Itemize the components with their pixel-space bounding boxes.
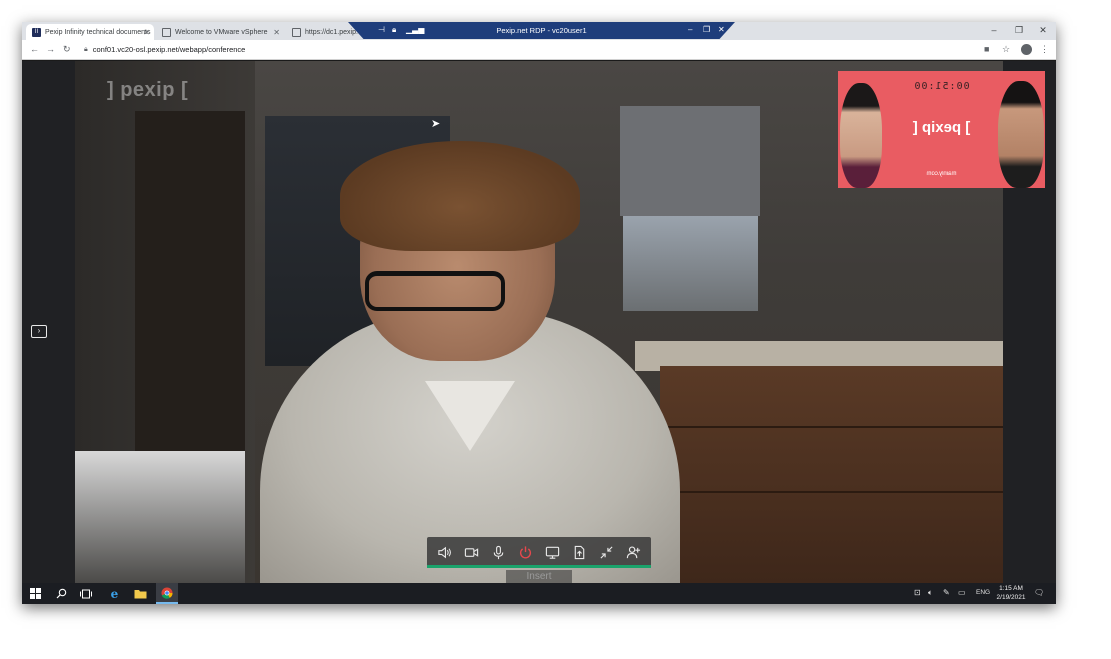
rdp-close-icon[interactable]: ✕ <box>718 25 725 34</box>
folder-icon <box>134 590 146 599</box>
forward-icon[interactable]: → <box>46 44 55 54</box>
call-toolbar <box>427 537 651 567</box>
menu-kebab-icon[interactable]: ⋮ <box>1040 44 1049 55</box>
tab-title: https://dc1.pexip. <box>305 28 358 36</box>
self-view-logo: ] pexip [ <box>912 119 971 136</box>
chrome-icon <box>161 587 173 599</box>
internet-explorer-icon: e <box>110 587 118 600</box>
internet-explorer-button[interactable]: e <box>106 583 122 604</box>
clock-time: 1:15 AM <box>999 585 1023 592</box>
network-icon[interactable]: ⊡ <box>914 588 921 597</box>
microphone-button[interactable] <box>488 541 510 563</box>
url-text: conf01.vc20-osl.pexip.net/webapp/confere… <box>92 45 246 54</box>
file-upload-icon <box>574 545 585 559</box>
video-scene-blind <box>620 106 760 216</box>
tab-close-icon[interactable]: ✕ <box>273 28 280 37</box>
windows-taskbar: e ⊡ 🔈︎ ✎ ▭ ENG 1:15 AM 2/19/2021 🗨︎ <box>22 583 1056 604</box>
reload-icon[interactable]: ↻ <box>63 44 71 55</box>
search-button[interactable] <box>54 583 68 604</box>
back-icon[interactable]: ← <box>30 44 39 54</box>
self-view-video[interactable]: 00:51:00 ] pexip [ mainly.com <box>838 71 1045 188</box>
svg-text:e: e <box>110 587 118 600</box>
rdp-minimize-icon[interactable]: – <box>688 25 692 34</box>
speaker-button[interactable] <box>434 541 456 563</box>
conference-view: ] pexip [ ➤ › 00:51:00 ] pexip [ mainly.… <box>22 61 1056 583</box>
monitor-icon <box>545 546 560 559</box>
tab-title: Pexip Infinity technical documents <box>45 28 151 36</box>
video-scene-door <box>135 111 245 471</box>
chrome-button[interactable] <box>156 583 178 604</box>
search-icon <box>56 588 66 599</box>
participant-glasses <box>365 271 505 311</box>
participant-hair <box>340 141 580 251</box>
video-scene-cabinets <box>660 366 1003 583</box>
mouse-cursor-icon: ➤ <box>431 118 441 130</box>
pen-icon[interactable]: ✎ <box>943 588 950 597</box>
video-scene-window <box>623 216 758 311</box>
sidebar-toggle-icon[interactable]: › <box>31 325 47 338</box>
camera-icon <box>464 547 479 557</box>
share-file-button[interactable] <box>569 541 591 563</box>
tab-title: Welcome to VMware vSphere <box>175 28 268 36</box>
share-screen-button[interactable] <box>542 541 564 563</box>
video-scene-books <box>75 451 245 583</box>
camera-permission-icon[interactable]: ■ <box>984 44 989 54</box>
task-view-button[interactable] <box>78 583 94 604</box>
keyboard-icon[interactable]: ▭ <box>958 588 966 597</box>
lock-icon: 🔒︎ <box>84 45 88 53</box>
video-scene-drawer <box>660 426 1003 428</box>
pexip-watermark: ] pexip [ <box>107 79 189 101</box>
speaker-icon <box>438 546 451 558</box>
profile-avatar[interactable] <box>1021 44 1032 55</box>
rdp-restore-icon[interactable]: ❐ <box>703 25 710 34</box>
pexip-favicon: II <box>32 27 41 37</box>
add-participant-button[interactable] <box>623 541 645 563</box>
hang-up-button[interactable] <box>515 541 537 563</box>
window-minimize-icon[interactable]: – <box>987 25 1001 35</box>
globe-icon <box>162 27 171 37</box>
tab-pexip-docs[interactable]: II Pexip Infinity technical documents ✕ <box>26 24 154 40</box>
start-button[interactable] <box>28 583 42 604</box>
clock-date: 2/19/2021 <box>996 593 1026 601</box>
toolbar-caption: Insert <box>506 570 572 583</box>
self-view-brand: mainly.com <box>926 171 957 177</box>
add-user-icon <box>626 546 641 558</box>
volume-icon[interactable]: 🔈︎ <box>928 588 933 598</box>
collapse-icon <box>600 545 613 559</box>
window-close-icon[interactable]: ✕ <box>1036 25 1050 36</box>
rdp-connection-bar: ⊣ 🔒︎ ▁▃▅ Pexip.net RDP - vc20user1 – ❐ ✕ <box>348 22 735 39</box>
microphone-icon <box>493 545 504 559</box>
system-clock[interactable]: 1:15 AM 2/19/2021 <box>994 585 1028 602</box>
file-explorer-button[interactable] <box>132 583 148 604</box>
tab-vmware-vsphere[interactable]: Welcome to VMware vSphere ✕ <box>156 24 284 40</box>
window-restore-icon[interactable]: ❐ <box>1012 25 1026 36</box>
browser-address-bar: ← → ↻ 🔒︎ conf01.vc20-osl.pexip.net/webap… <box>22 40 1056 60</box>
minimize-button[interactable] <box>596 541 618 563</box>
windows-logo-icon <box>29 588 41 599</box>
rdp-title: Pexip.net RDP - vc20user1 <box>496 26 587 35</box>
self-view-counter: 00:51:00 <box>913 81 970 92</box>
video-scene-drawer <box>660 491 1003 493</box>
toolbar-accent-bar <box>427 565 651 568</box>
remote-desktop-screen: II Pexip Infinity technical documents ✕ … <box>22 22 1056 604</box>
task-view-icon <box>80 589 92 598</box>
bookmark-star-icon[interactable]: ☆ <box>1002 44 1010 55</box>
tab-close-icon[interactable]: ✕ <box>143 28 150 37</box>
url-field[interactable]: 🔒︎ conf01.vc20-osl.pexip.net/webapp/conf… <box>84 45 245 54</box>
power-icon <box>519 545 532 558</box>
language-indicator[interactable]: ENG <box>976 589 990 596</box>
notifications-icon[interactable]: 🗨︎ <box>1034 588 1044 597</box>
globe-icon <box>292 27 301 37</box>
camera-button[interactable] <box>461 541 483 563</box>
